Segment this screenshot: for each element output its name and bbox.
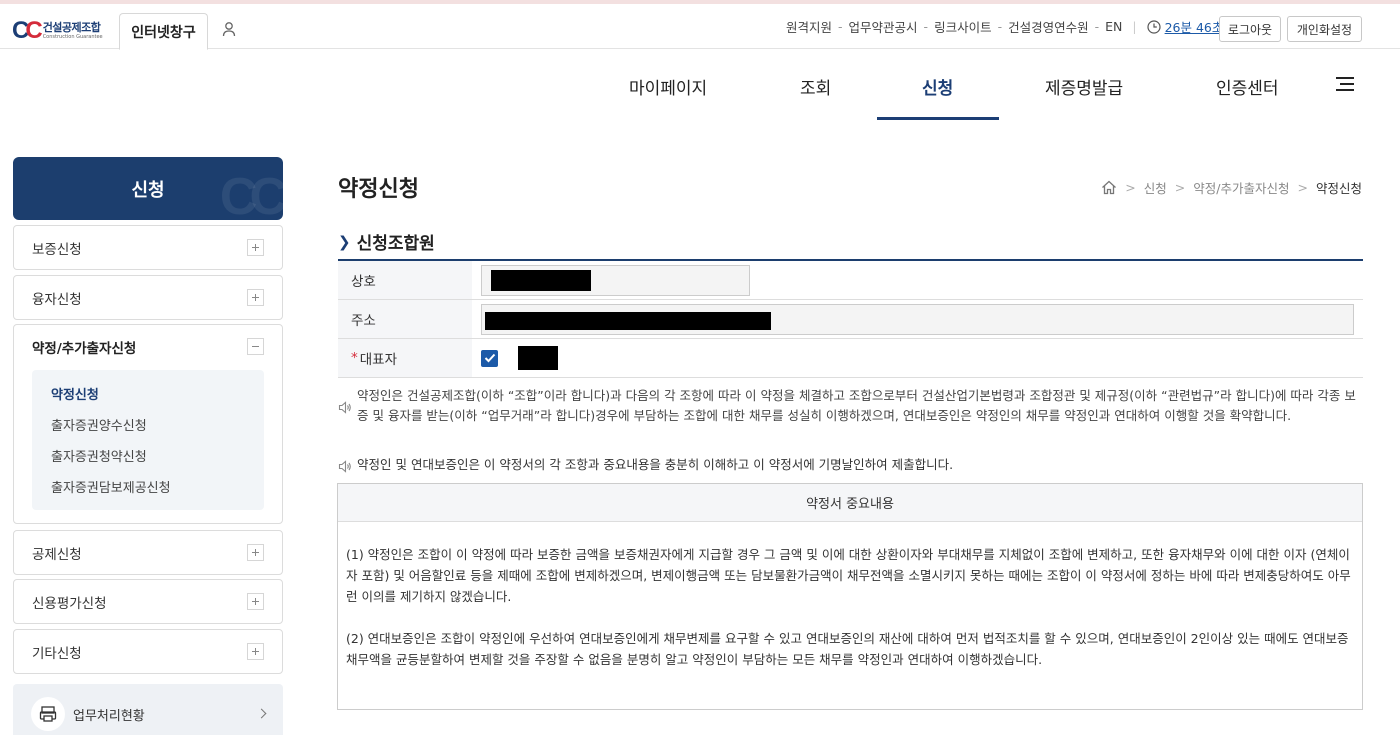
breadcrumb-item[interactable]: 신청	[1144, 178, 1167, 197]
hamburger-menu-icon[interactable]	[1336, 77, 1354, 93]
util-links: 원격지원 - 업무약관공시 - 링크사이트 - 건설경영연수원 - EN | 2…	[786, 17, 1224, 36]
submenu-share-transfer[interactable]: 출자증권양수신청	[32, 411, 264, 442]
gnb-auth-center[interactable]: 인증센터	[1216, 74, 1279, 99]
sidebar-title: 신청 CC	[13, 157, 283, 220]
internet-window-tab[interactable]: 인터넷창구	[119, 13, 208, 50]
expand-icon[interactable]	[247, 239, 264, 256]
expand-icon[interactable]	[247, 643, 264, 660]
utility-bar: CC 건설공제조합 Construction Guarantee 인터넷창구 원…	[0, 4, 1400, 50]
home-icon[interactable]	[1101, 180, 1117, 195]
notice-agreement: 약정인은 건설공제조합(이하 “조합”이라 합니다)과 다음의 각 조항에 따라…	[338, 386, 1358, 426]
terms-content: (1) 약정인은 조합이 이 약정에 따라 보증한 금액을 보증채권자에게 지급…	[338, 522, 1362, 670]
sidebar-item-other[interactable]: 기타신청	[13, 629, 283, 674]
sidebar-submenu: 약정신청 출자증권양수신청 출자증권청약신청 출자증권담보제공신청	[32, 370, 264, 510]
check-icon	[484, 353, 495, 363]
company-name-field[interactable]	[481, 264, 750, 296]
redacted-value	[491, 269, 591, 291]
util-link-terms[interactable]: 업무약관공시	[849, 17, 918, 36]
util-link-en[interactable]: EN	[1105, 19, 1122, 34]
speaker-icon	[338, 401, 351, 414]
terms-box[interactable]: 약정서 중요내용 (1) 약정인은 조합이 이 약정에 따라 보증한 금액을 보…	[337, 483, 1363, 710]
chevron-right-icon	[256, 708, 267, 719]
document-printer-icon	[31, 697, 65, 731]
expand-icon[interactable]	[247, 593, 264, 610]
util-link-remote[interactable]: 원격지원	[786, 17, 832, 36]
session-timer-text: 26분 46초	[1164, 20, 1224, 35]
sidebar-item-credit-rating[interactable]: 신용평가신청	[13, 579, 283, 624]
page-title: 약정신청	[338, 177, 419, 202]
table-row: 주소	[338, 300, 1363, 339]
terms-clause-2: (2) 연대보증인은 조합이 약정인에 우선하여 연대보증인에게 채무변제를 요…	[346, 631, 1349, 667]
terms-clause-1: (1) 약정인은 조합이 이 약정에 따라 보증한 금액을 보증채권자에게 지급…	[346, 547, 1351, 604]
address-field[interactable]	[481, 303, 1354, 335]
address-label: 주소	[338, 300, 472, 338]
main-navigation: 마이페이지 조회 신청 제증명발급 인증센터	[0, 49, 1400, 121]
submenu-share-collateral[interactable]: 출자증권담보제공신청	[32, 473, 264, 504]
company-name-label: 상호	[338, 261, 472, 299]
sidebar-item-mutual-aid[interactable]: 공제신청	[13, 530, 283, 575]
user-icon[interactable]	[222, 21, 236, 37]
speaker-icon	[338, 460, 351, 473]
breadcrumb-current: 약정신청	[1315, 181, 1362, 196]
sidebar-item-agreement[interactable]: 약정/추가출자신청 약정신청 출자증권양수신청 출자증권청약신청 출자증권담보제…	[13, 324, 283, 524]
redacted-value	[518, 346, 558, 370]
logo-korean: 건설공제조합	[42, 21, 101, 34]
applicant-info-table: 상호 주소 * 대표자	[338, 259, 1363, 378]
expand-icon[interactable]	[247, 289, 264, 306]
table-row: * 대표자	[338, 339, 1363, 378]
logo-english: Construction Guarantee	[42, 34, 103, 40]
table-row: 상호	[338, 261, 1363, 300]
util-link-sites[interactable]: 링크사이트	[934, 17, 992, 36]
chevron-right-icon: ❯	[338, 232, 351, 251]
representative-label: * 대표자	[338, 339, 472, 377]
logout-button[interactable]: 로그아웃	[1219, 16, 1281, 42]
gnb-inquiry[interactable]: 조회	[800, 74, 831, 99]
section-title: ❯ 신청조합원	[338, 232, 435, 255]
site-logo[interactable]: CC 건설공제조합 Construction Guarantee	[12, 17, 103, 45]
gnb-certificate[interactable]: 제증명발급	[1045, 74, 1123, 99]
breadcrumb-item[interactable]: 약정/추가출자신청	[1193, 178, 1289, 197]
sidebar-item-loan[interactable]: 융자신청	[13, 275, 283, 320]
gnb-active-underline	[877, 117, 999, 120]
session-timer[interactable]: 26분 46초	[1146, 17, 1224, 36]
required-mark: *	[351, 350, 358, 366]
work-status-link[interactable]: 업무처리현황	[13, 684, 283, 735]
gnb-apply[interactable]: 신청	[922, 74, 953, 99]
gnb-mypage[interactable]: 마이페이지	[629, 74, 707, 99]
collapse-icon[interactable]	[247, 338, 264, 355]
redacted-value	[485, 311, 771, 330]
notice-submission: 약정인 및 연대보증인은 이 약정서의 각 조항과 중요내용을 충분히 이해하고…	[338, 455, 1358, 475]
submenu-agreement-apply[interactable]: 약정신청	[32, 380, 264, 411]
expand-icon[interactable]	[247, 544, 264, 561]
terms-title: 약정서 중요내용	[338, 484, 1362, 522]
breadcrumb: > 신청 > 약정/추가출자신청 > 약정신청	[1101, 178, 1362, 197]
representative-checkbox[interactable]	[481, 349, 498, 367]
clock-icon	[1146, 19, 1161, 34]
logo-mark: CC	[12, 17, 43, 44]
sidebar-item-guarantee[interactable]: 보증신청	[13, 225, 283, 270]
submenu-share-subscription[interactable]: 출자증권청약신청	[32, 442, 264, 473]
logo-watermark: CC	[219, 168, 283, 220]
personalize-button[interactable]: 개인화설정	[1287, 16, 1362, 42]
util-link-academy[interactable]: 건설경영연수원	[1008, 17, 1089, 36]
